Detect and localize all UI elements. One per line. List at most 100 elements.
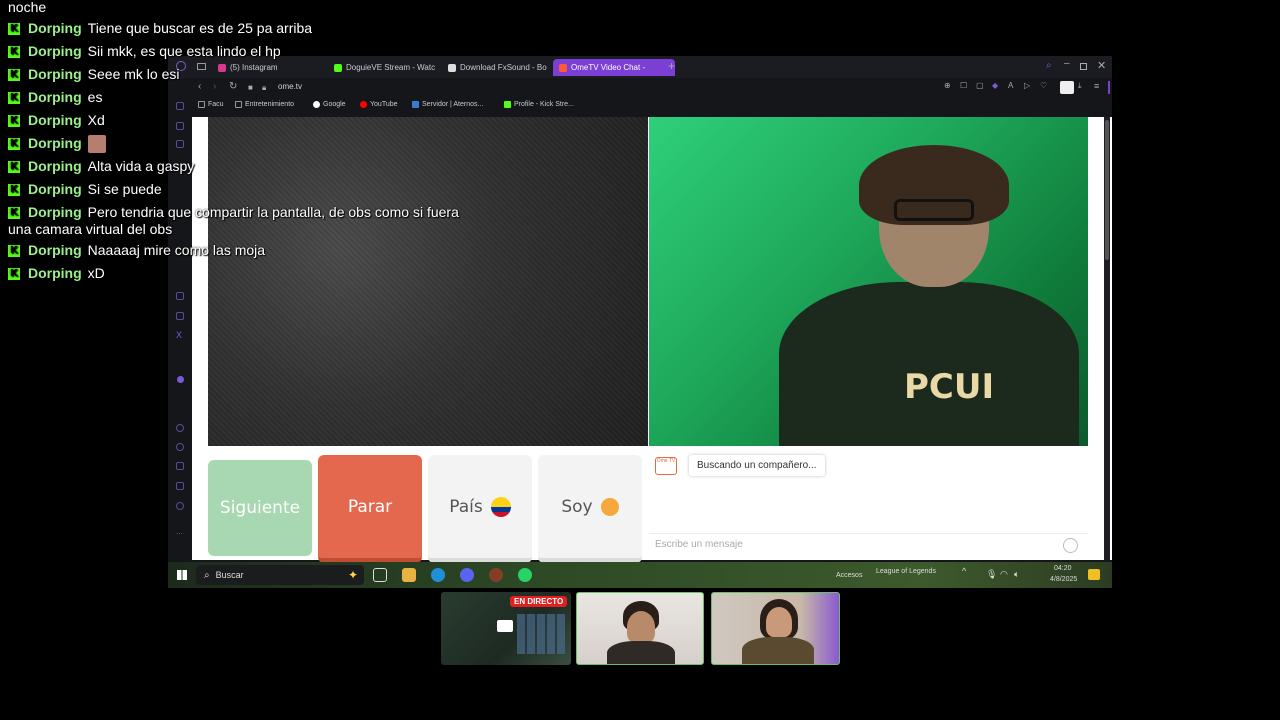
chat-message: K Dorping Tiene que buscar es de 25 pa arr… — [8, 20, 312, 36]
next-button[interactable]: Siguiente — [208, 460, 312, 556]
chat-message: K Dorping xD — [8, 265, 105, 281]
file-explorer-icon[interactable] — [402, 568, 416, 582]
tab-list-icon[interactable] — [197, 63, 206, 70]
bookmarks-bar: Facu Entretenimiento Google YouTube Serv… — [168, 98, 1112, 114]
country-button[interactable]: País — [428, 455, 532, 563]
sidebar-tools-icon[interactable] — [176, 462, 184, 470]
aternos-icon — [412, 101, 419, 108]
chat-username: Dorping — [28, 181, 82, 197]
chat-message: K Dorping — [8, 135, 106, 154]
chat-username: Dorping — [28, 43, 82, 59]
chat-username: Dorping — [28, 89, 82, 105]
sidebar-instagram-icon[interactable] — [176, 312, 184, 320]
menu-icon[interactable]: ≡ — [1094, 81, 1099, 91]
sidebar-twitch-icon[interactable] — [176, 292, 184, 300]
heart-icon[interactable]: ♡ — [1040, 81, 1047, 90]
bookmark-folder-facu[interactable]: Facu — [198, 101, 224, 108]
mic-icon[interactable]: 🎙︎ — [986, 569, 997, 580]
discord-icon[interactable] — [460, 568, 474, 582]
edge-icon[interactable] — [431, 568, 445, 582]
sidebar-chat-icon[interactable] — [176, 140, 184, 148]
sidebar-refresh-icon[interactable] — [176, 102, 184, 110]
sidebar-wallet-icon[interactable] — [176, 122, 184, 130]
taskbar-game-label[interactable]: League of Legends — [876, 568, 936, 575]
partner-video-static — [208, 117, 648, 446]
minimize-icon[interactable]: – — [1064, 58, 1070, 69]
chat-message: K Dorping Sii mkk, es que esta lindo el hp — [8, 43, 281, 59]
sidebar-more-icon[interactable]: ⋯ — [176, 530, 183, 538]
back-icon[interactable]: ‹ — [198, 81, 201, 92]
chat-username: Dorping — [28, 20, 82, 36]
message-divider — [649, 533, 1088, 534]
player-icon[interactable]: ▷ — [1024, 81, 1030, 90]
extensions-icon[interactable] — [1060, 81, 1074, 94]
gender-button[interactable]: Soy — [538, 455, 642, 563]
tab-label: (5) Instagram — [230, 63, 278, 72]
chat-username: Dorping — [28, 265, 82, 281]
wifi-icon[interactable]: ◠ — [1000, 569, 1008, 580]
close-icon[interactable]: ✕ — [1097, 59, 1106, 72]
bookmark-google[interactable]: Google — [313, 101, 346, 108]
clock-time[interactable]: 04:20 — [1054, 565, 1072, 572]
bookmark-icon[interactable]: ☐ — [960, 81, 967, 90]
bookmark-kick-profile[interactable]: Profile - Kick Stre... — [504, 101, 574, 108]
maximize-icon[interactable] — [1080, 63, 1087, 70]
camera-permission-icon[interactable]: ■ — [248, 83, 253, 92]
sidebar-dot-icon[interactable] — [177, 376, 184, 383]
boy-face-icon — [600, 497, 619, 516]
tray-expand-icon[interactable]: ^ — [962, 566, 966, 576]
sidebar-settings-icon[interactable] — [176, 502, 184, 510]
forward-icon[interactable]: › — [213, 81, 216, 92]
bookmark-label: Google — [323, 101, 346, 108]
sidebar-x-icon[interactable]: X — [176, 330, 182, 340]
shield-icon[interactable]: ◆ — [992, 81, 998, 90]
chat-message: K Dorping Naaaaaj mire como las moja — [8, 242, 265, 258]
ometv-page: PCUI Siguiente Parar País Soy Ome TV Bus… — [192, 117, 1112, 563]
lock-icon[interactable]: 🔒︎ — [262, 83, 266, 93]
reload-icon[interactable]: ↻ — [229, 81, 237, 92]
stop-button[interactable]: Parar — [318, 455, 422, 563]
sidebar-heart-icon[interactable] — [176, 424, 184, 432]
opera-icon[interactable] — [489, 568, 503, 582]
windows-start-icon[interactable] — [177, 570, 187, 580]
new-tab-button[interactable]: + — [668, 59, 675, 73]
tab-instagram[interactable]: (5) Instagram — [212, 59, 324, 76]
url-field[interactable]: ome.tv — [278, 82, 302, 91]
tab-kick-stream[interactable]: DoguieVE Stream - Watc — [328, 59, 450, 76]
chat-text: Alta vida a gaspy — [87, 158, 195, 174]
menu-accent-bar — [1108, 81, 1110, 94]
bookmark-label: Facu — [208, 101, 224, 108]
bookmark-aternos[interactable]: Servidor | Aternos... — [412, 101, 483, 108]
chat-line-fragment: noche — [8, 0, 47, 15]
search-tabs-icon[interactable]: ⌕ — [1046, 60, 1052, 71]
sidebar-history-icon[interactable] — [176, 443, 184, 451]
message-input[interactable]: Escribe un mensaje — [655, 539, 743, 550]
tab-ometv[interactable]: OmeTV Video Chat - — [553, 59, 675, 76]
shirt-print: PCUI — [904, 367, 995, 407]
address-bar: ‹ › ↻ ■ 🔒︎ ome.tv ⊕ ☐ ▢ ◆ A ▷ ♡ ⤓ ≡ — [168, 78, 1112, 98]
clock-date[interactable]: 4/8/2025 — [1050, 576, 1077, 583]
sidebar-puzzle-icon[interactable] — [176, 482, 184, 490]
taskbar-access-label[interactable]: Accesos — [836, 572, 862, 579]
chat-text: xD — [87, 265, 105, 281]
task-view-icon[interactable] — [373, 568, 387, 582]
translate-icon[interactable]: A — [1008, 81, 1013, 90]
zoom-icon[interactable]: ⊕ — [944, 81, 951, 90]
tab-fxsound[interactable]: Download FxSound - Bo — [442, 59, 560, 76]
chat-message: K Dorping Pero tendria que compartir la pa… — [8, 204, 459, 220]
whatsapp-icon[interactable] — [518, 568, 532, 582]
notification-icon[interactable] — [1088, 569, 1100, 580]
stream-preview-tile: EN DIRECTO — [441, 592, 571, 665]
folder-icon — [198, 101, 205, 108]
scrollbar-thumb[interactable] — [1105, 120, 1109, 260]
colombia-flag-icon — [490, 496, 511, 517]
taskbar-search[interactable]: ⌕ Buscar ✦ — [196, 565, 364, 585]
screenshot-icon[interactable]: ▢ — [976, 81, 984, 90]
volume-icon[interactable]: 🔈︎ — [1014, 569, 1019, 580]
guest-webcam-male — [576, 592, 704, 665]
bookmark-youtube[interactable]: YouTube — [360, 101, 398, 108]
emoji-icon[interactable] — [1063, 538, 1078, 553]
chat-text: Seee mk lo esi — [87, 66, 180, 82]
bookmark-folder-entretenimiento[interactable]: Entretenimiento — [235, 101, 294, 108]
download-icon[interactable]: ⤓ — [1078, 81, 1082, 91]
